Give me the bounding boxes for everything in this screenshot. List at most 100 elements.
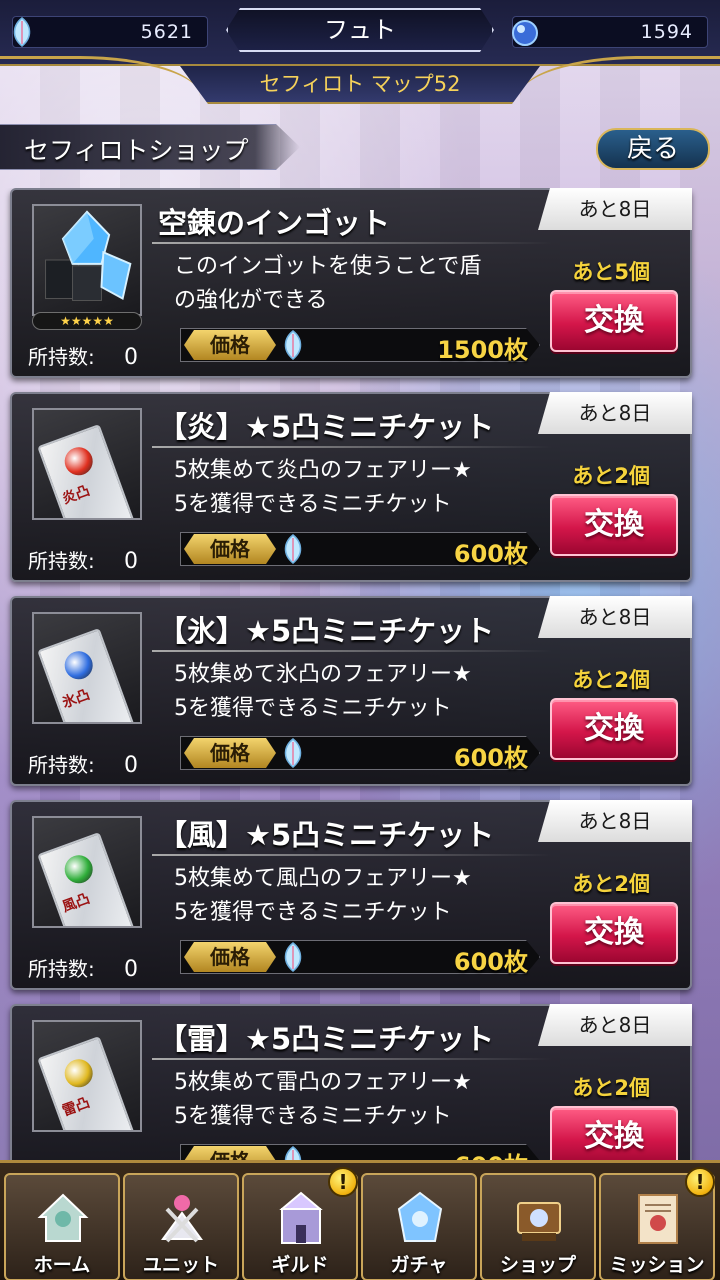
nav-shop[interactable]: ショップ [480, 1173, 596, 1280]
item-thumbnail: 炎凸 [32, 408, 142, 520]
stock-remaining: あと5個 [572, 260, 650, 284]
item-thumbnail: 雷凸 [32, 1020, 142, 1132]
days-remaining-tab: あと8日 [538, 596, 692, 638]
alert-badge-icon: ! [685, 1167, 715, 1197]
nav-home[interactable]: ホーム [4, 1173, 120, 1280]
ticket-icon: 風凸 [37, 832, 137, 926]
exchange-button[interactable]: 交換 [550, 290, 678, 352]
leaf-currency-display: 5621 [12, 16, 208, 48]
nav-guild[interactable]: ギルド! [242, 1167, 358, 1280]
player-name: フュト [226, 8, 494, 52]
alert-badge-icon: ! [328, 1167, 358, 1197]
name-divider [152, 1058, 552, 1060]
nav-gacha[interactable]: ガチャ [361, 1173, 477, 1280]
gem-currency-icon [512, 20, 538, 46]
ticket-icon: 炎凸 [37, 424, 137, 518]
days-remaining-tab: あと8日 [538, 800, 692, 842]
owned-count-label: 所持数: [28, 753, 95, 777]
ticket-kanji: 雷凸 [60, 1094, 93, 1120]
exchange-button[interactable]: 交換 [550, 902, 678, 964]
exchange-button[interactable]: 交換 [550, 494, 678, 556]
guild-icon [279, 1191, 323, 1244]
nav-label: ユニット [142, 1254, 219, 1276]
owned-count-value: 0 [124, 549, 138, 574]
element-orb [60, 647, 97, 684]
element-orb [60, 443, 97, 480]
price-label: 価格 [184, 1146, 276, 1160]
shop-item-card: 雷凸所持数:0【雷】★5凸ミニチケット5枚集めて雷凸のフェアリー★ 5を獲得でき… [10, 1004, 692, 1160]
leaf-currency-icon [284, 534, 302, 564]
item-description: 5枚集めて炎凸のフェアリー★ 5を獲得できるミニチケット [174, 458, 472, 517]
ticket-kanji: 氷凸 [60, 686, 93, 712]
item-name: 空錬のインゴット [158, 206, 391, 240]
price-value: 600枚 [453, 744, 528, 772]
ingot-icon [45, 210, 132, 301]
days-remaining-tab: あと8日 [538, 1004, 692, 1046]
price-label: 価格 [184, 330, 276, 360]
owned-count-label: 所持数: [28, 345, 95, 369]
shop-item-card: ★★★★★ 所持数: 0 空錬のインゴットこのインゴットを使うことで盾 の強化ができる… [10, 188, 692, 378]
shop-item-card: 氷凸所持数: 0 【氷】★5凸ミニチケット 5枚集めて氷凸のフェアリー★ 5を獲得でき… [10, 596, 692, 786]
shop-item-card: 風凸所持数: 0 【風】★5凸ミニチケット 5枚集めて風凸のフェアリー★ 5を獲得でき… [10, 800, 692, 990]
name-divider [152, 854, 552, 856]
name-divider [152, 446, 552, 448]
stock-remaining: あと2個 [572, 1076, 650, 1100]
item-name: 【風】★5凸ミニチケット [158, 818, 495, 852]
rarity-stars: ★★★★★ [32, 312, 142, 330]
leaf-currency-icon [13, 17, 31, 47]
leaf-currency-icon [284, 1146, 302, 1160]
back-button[interactable]: 戻る [596, 128, 710, 170]
price-value: 600枚 [453, 540, 528, 568]
name-divider [152, 650, 552, 652]
exchange-button[interactable]: 交換 [550, 1106, 678, 1160]
stock-remaining: あと2個 [572, 872, 650, 896]
owned-count-value: 0 [124, 957, 138, 982]
shop-item-list[interactable]: ★★★★★ 所持数: 0 空錬のインゴットこのインゴットを使うことで盾 の強化ができる… [0, 188, 720, 1160]
ticket-kanji: 炎凸 [60, 482, 93, 508]
item-thumbnail [32, 204, 142, 316]
item-description: 5枚集めて風凸のフェアリー★ 5を獲得できるミニチケット [174, 866, 472, 925]
owned-count-value: 0 [124, 753, 138, 778]
leaf-currency-value: 5621 [140, 21, 193, 43]
price-value: 1500枚 [437, 336, 528, 364]
gacha-icon [397, 1191, 443, 1242]
ticket-icon: 雷凸 [37, 1036, 137, 1130]
item-name: 【炎】★5凸ミニチケット [158, 410, 495, 444]
nav-label: ショップ [499, 1254, 576, 1276]
ticket-kanji: 風凸 [60, 890, 93, 916]
price-value: 600枚 [454, 1146, 528, 1160]
bottom-navigation: ホーム ユニット ギルド! ガチャ ショップ ミッション! [0, 1160, 720, 1280]
gem-currency-value: 1594 [640, 21, 693, 43]
nav-label: ホーム [33, 1254, 91, 1276]
leaf-currency-icon [284, 330, 302, 360]
stock-remaining: あと2個 [572, 668, 650, 692]
item-thumbnail: 氷凸 [32, 612, 142, 724]
nav-label: ミッション [609, 1254, 705, 1276]
item-name: 【雷】★5凸ミニチケット [158, 1022, 495, 1056]
nav-label: ギルド [271, 1254, 329, 1276]
price-label: 価格 [184, 534, 276, 564]
price-label: 価格 [184, 942, 276, 972]
gem-currency-display: 1594 [512, 16, 708, 48]
map-name-banner: セフィロト マップ52 [180, 66, 540, 104]
shop-title: セフィロトショップ [24, 136, 249, 165]
item-name: 【氷】★5凸ミニチケット [158, 614, 495, 648]
nav-unit[interactable]: ユニット [123, 1173, 239, 1280]
shop-title-bar: セフィロトショップ [0, 124, 300, 170]
home-icon [37, 1193, 89, 1242]
item-thumbnail: 風凸 [32, 816, 142, 928]
item-description: 5枚集めて氷凸のフェアリー★ 5を獲得できるミニチケット [174, 662, 472, 721]
unit-icon [161, 1195, 203, 1243]
nav-label: ガチャ [390, 1254, 448, 1276]
owned-count-label: 所持数: [28, 549, 95, 573]
exchange-button[interactable]: 交換 [550, 698, 678, 760]
price-value: 600枚 [453, 948, 528, 976]
owned-count-label: 所持数: [28, 957, 95, 981]
name-divider [152, 242, 552, 244]
element-orb [60, 1055, 97, 1092]
nav-mission[interactable]: ミッション! [599, 1167, 715, 1280]
owned-count-value: 0 [124, 345, 138, 370]
item-description: このインゴットを使うことで盾 の強化ができる [174, 254, 482, 313]
days-remaining-tab: あと8日 [538, 188, 692, 230]
element-orb [60, 851, 97, 888]
